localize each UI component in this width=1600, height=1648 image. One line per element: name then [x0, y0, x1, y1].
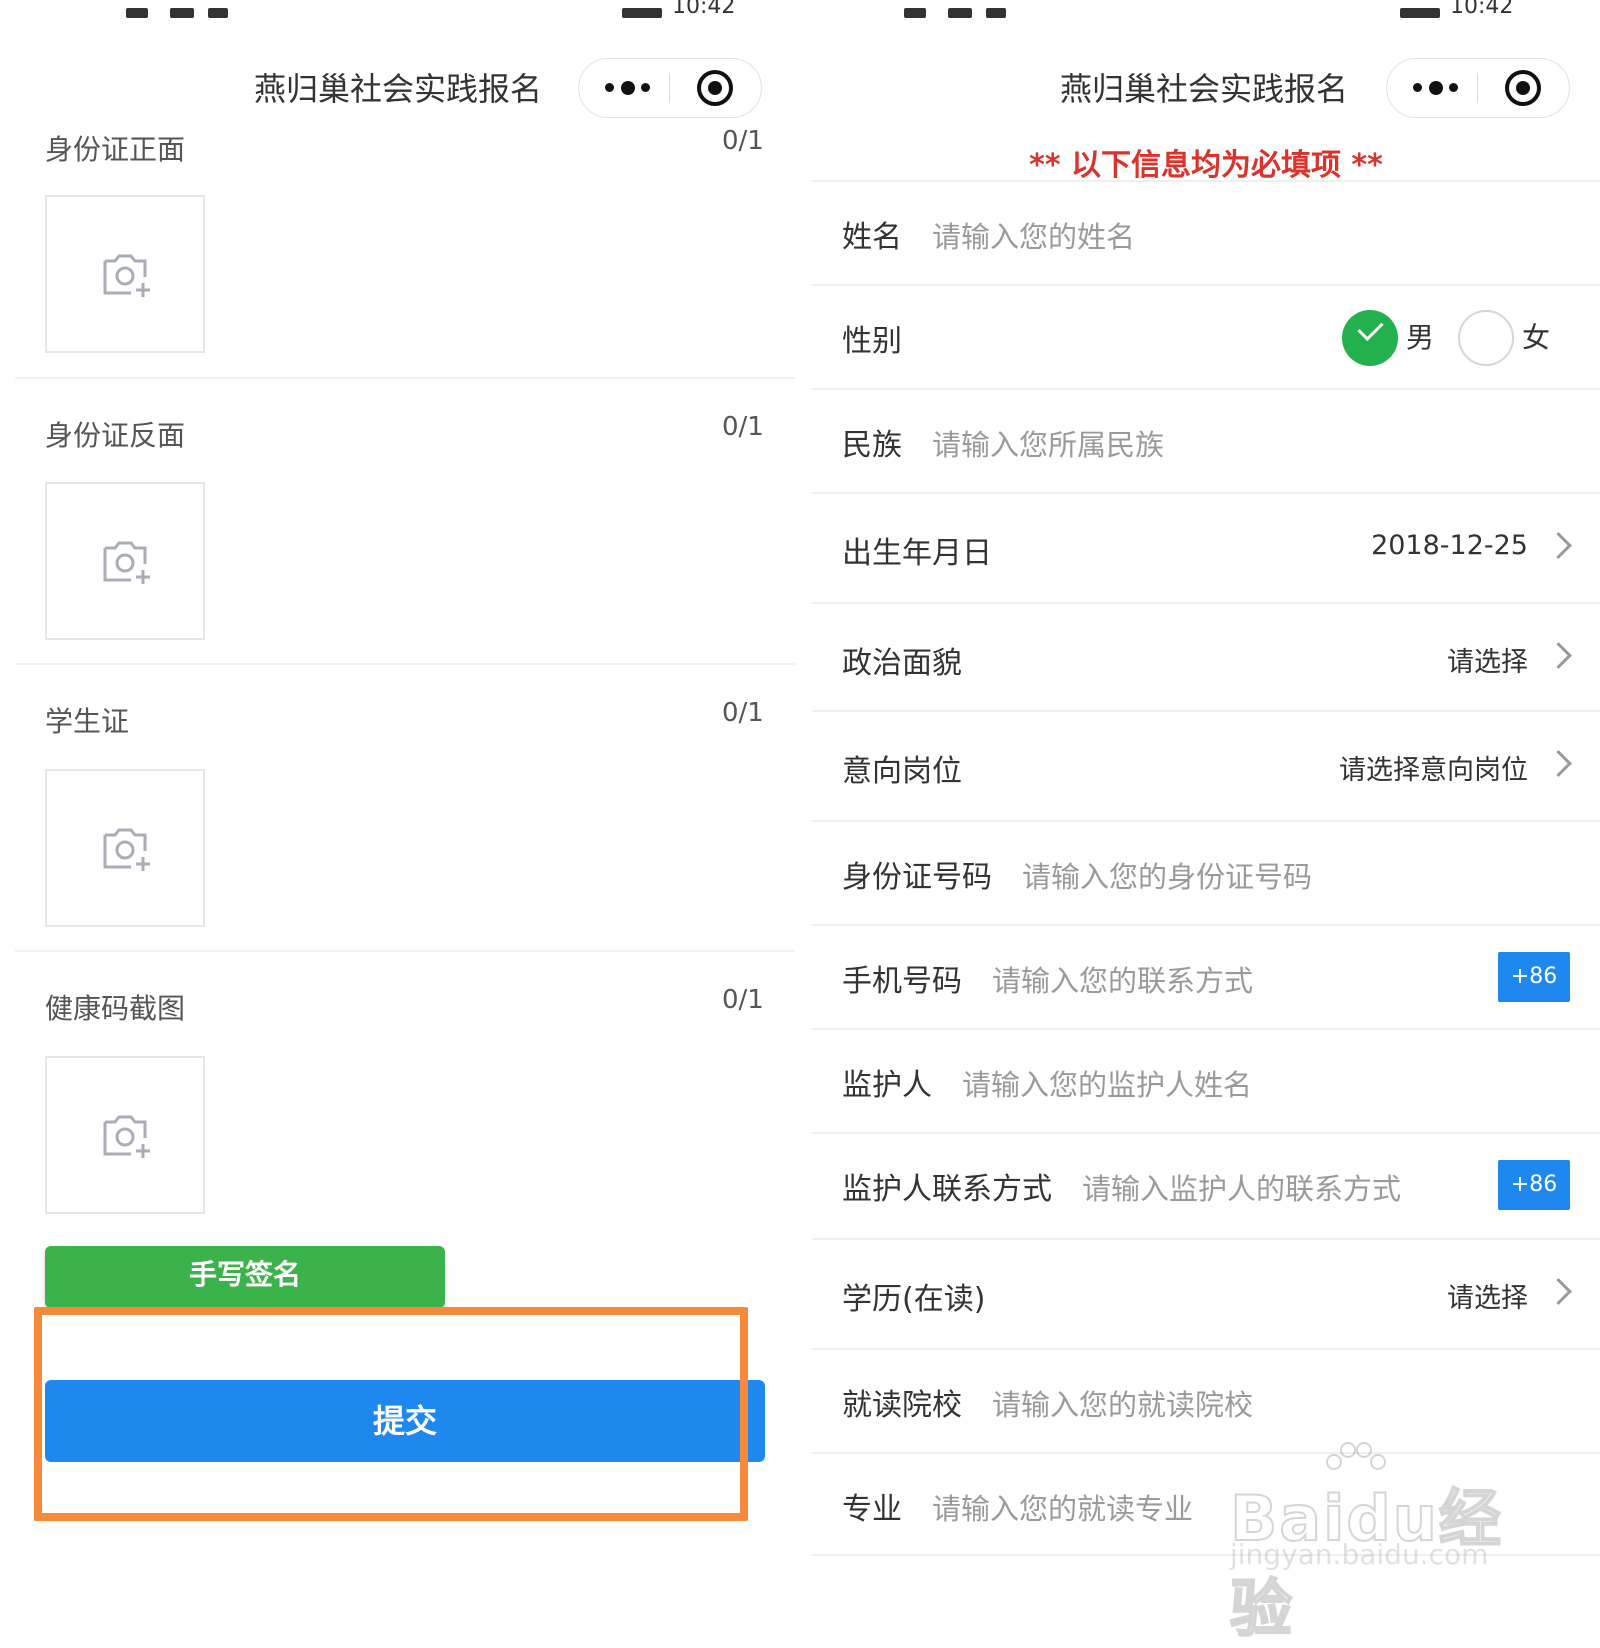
field-label: 姓名: [842, 220, 902, 255]
upload-label: 学生证: [45, 705, 130, 738]
camera-add-icon: [103, 541, 150, 584]
field-label: 出生年月日: [842, 536, 992, 571]
name-row[interactable]: 姓名 请输入您的姓名: [812, 180, 1600, 284]
upload-count: 0/1: [722, 698, 764, 728]
field-label: 监护人: [842, 1068, 932, 1103]
chevron-right-icon: [1545, 642, 1572, 669]
battery-icon: [622, 8, 662, 18]
ethnicity-input[interactable]: 请输入您所属民族: [932, 422, 1164, 464]
battery-icon: [1400, 8, 1440, 18]
field-label: 监护人联系方式: [842, 1172, 1052, 1207]
highlight-annotation: [34, 1307, 748, 1521]
close-mini-program-icon[interactable]: [697, 70, 733, 106]
status-bar: 10:42: [812, 0, 1600, 24]
gender-male-radio[interactable]: [1342, 310, 1398, 366]
field-label: 意向岗位: [842, 754, 962, 789]
wifi-icon: [986, 8, 1006, 18]
wifi-icon: [208, 8, 228, 18]
country-code-badge: +86: [1498, 952, 1570, 1002]
guardian-phone-row[interactable]: 监护人联系方式 请输入监护人的联系方式 +86: [812, 1132, 1600, 1238]
signal-icon: [948, 8, 972, 18]
status-time: 10:42: [672, 0, 736, 19]
more-menu-icon[interactable]: [1409, 69, 1465, 105]
chevron-right-icon: [1545, 1278, 1572, 1305]
field-label: 性别: [842, 324, 902, 359]
right-screen: 10:42 燕归巢社会实践报名 ** 以下信息均为必填项 ** 姓名 请输入您的…: [812, 0, 1600, 1600]
political-picker[interactable]: 请选择: [1447, 640, 1528, 679]
upload-count: 0/1: [722, 412, 764, 442]
camera-add-icon: [103, 1115, 150, 1158]
page-title: 燕归巢社会实践报名: [254, 70, 543, 108]
field-label: 手机号码: [842, 964, 962, 999]
id-number-row[interactable]: 身份证号码 请输入您的身份证号码: [812, 820, 1600, 924]
upload-count: 0/1: [722, 985, 764, 1015]
chevron-right-icon: [1545, 750, 1572, 777]
position-row[interactable]: 意向岗位 请选择意向岗位: [812, 710, 1600, 820]
birthdate-row[interactable]: 出生年月日 2018-12-25: [812, 492, 1600, 602]
camera-add-icon: [103, 254, 150, 297]
watermark-url: jingyan.baidu.com: [1230, 1538, 1489, 1571]
more-menu-icon[interactable]: [601, 69, 657, 105]
gender-female-radio[interactable]: [1458, 310, 1514, 366]
upload-health-code[interactable]: [45, 1056, 205, 1214]
left-screen: 10:42 燕归巢社会实践报名 身份证正面 0/1 身份证反面 0/1 学生证 …: [0, 0, 800, 1600]
school-input[interactable]: 请输入您的就读院校: [992, 1382, 1253, 1424]
gender-row: 性别 男 女: [812, 284, 1600, 388]
status-time: 10:42: [1450, 0, 1514, 19]
education-row[interactable]: 学历(在读) 请选择: [812, 1238, 1600, 1348]
notification-icon: [904, 8, 926, 18]
close-mini-program-icon[interactable]: [1505, 70, 1541, 106]
field-label: 就读院校: [842, 1388, 962, 1423]
phone-input[interactable]: 请输入您的联系方式: [992, 958, 1253, 1000]
upload-student-card[interactable]: [45, 769, 205, 927]
education-picker[interactable]: 请选择: [1447, 1276, 1528, 1315]
school-row[interactable]: 就读院校 请输入您的就读院校: [812, 1348, 1600, 1452]
field-label: 政治面貌: [842, 646, 962, 681]
handwritten-signature-button[interactable]: 手写签名: [45, 1246, 445, 1308]
upload-count: 0/1: [722, 126, 764, 156]
chevron-right-icon: [1545, 532, 1572, 559]
camera-add-icon: [103, 828, 150, 871]
guardian-input[interactable]: 请输入您的监护人姓名: [962, 1062, 1252, 1104]
required-notice: ** 以下信息均为必填项 **: [1029, 148, 1383, 183]
field-label: 身份证号码: [842, 860, 992, 895]
guardian-row[interactable]: 监护人 请输入您的监护人姓名: [812, 1028, 1600, 1132]
notification-icon: [126, 8, 148, 18]
phone-row[interactable]: 手机号码 请输入您的联系方式 +86: [812, 924, 1600, 1028]
upload-label: 身份证正面: [45, 133, 186, 166]
country-code-badge: +86: [1498, 1160, 1570, 1210]
ethnicity-row[interactable]: 民族 请输入您所属民族: [812, 388, 1600, 492]
major-input[interactable]: 请输入您的就读专业: [932, 1486, 1193, 1528]
upload-id-front[interactable]: [45, 195, 205, 353]
page-title: 燕归巢社会实践报名: [1060, 70, 1349, 108]
guardian-phone-input[interactable]: 请输入监护人的联系方式: [1082, 1166, 1401, 1208]
upload-label: 健康码截图: [45, 992, 186, 1025]
field-label: 专业: [842, 1492, 902, 1527]
position-picker[interactable]: 请选择意向岗位: [1339, 748, 1528, 787]
mini-program-capsule: [578, 58, 762, 118]
status-bar: 10:42: [0, 0, 800, 24]
gender-female-label[interactable]: 女: [1522, 316, 1550, 356]
upload-label: 身份证反面: [45, 419, 186, 452]
name-input[interactable]: 请输入您的姓名: [932, 214, 1135, 256]
field-label: 民族: [842, 428, 902, 463]
upload-id-back[interactable]: [45, 482, 205, 640]
field-label: 学历(在读): [842, 1282, 986, 1317]
id-number-input[interactable]: 请输入您的身份证号码: [1022, 854, 1312, 896]
gender-male-label[interactable]: 男: [1406, 316, 1434, 356]
political-row[interactable]: 政治面貌 请选择: [812, 602, 1600, 710]
signal-icon: [170, 8, 194, 18]
baidu-watermark: Baidu经验 jingyan.baidu.com: [1229, 1442, 1520, 1646]
birthdate-value[interactable]: 2018-12-25: [1371, 530, 1528, 561]
mini-program-capsule: [1386, 58, 1570, 118]
